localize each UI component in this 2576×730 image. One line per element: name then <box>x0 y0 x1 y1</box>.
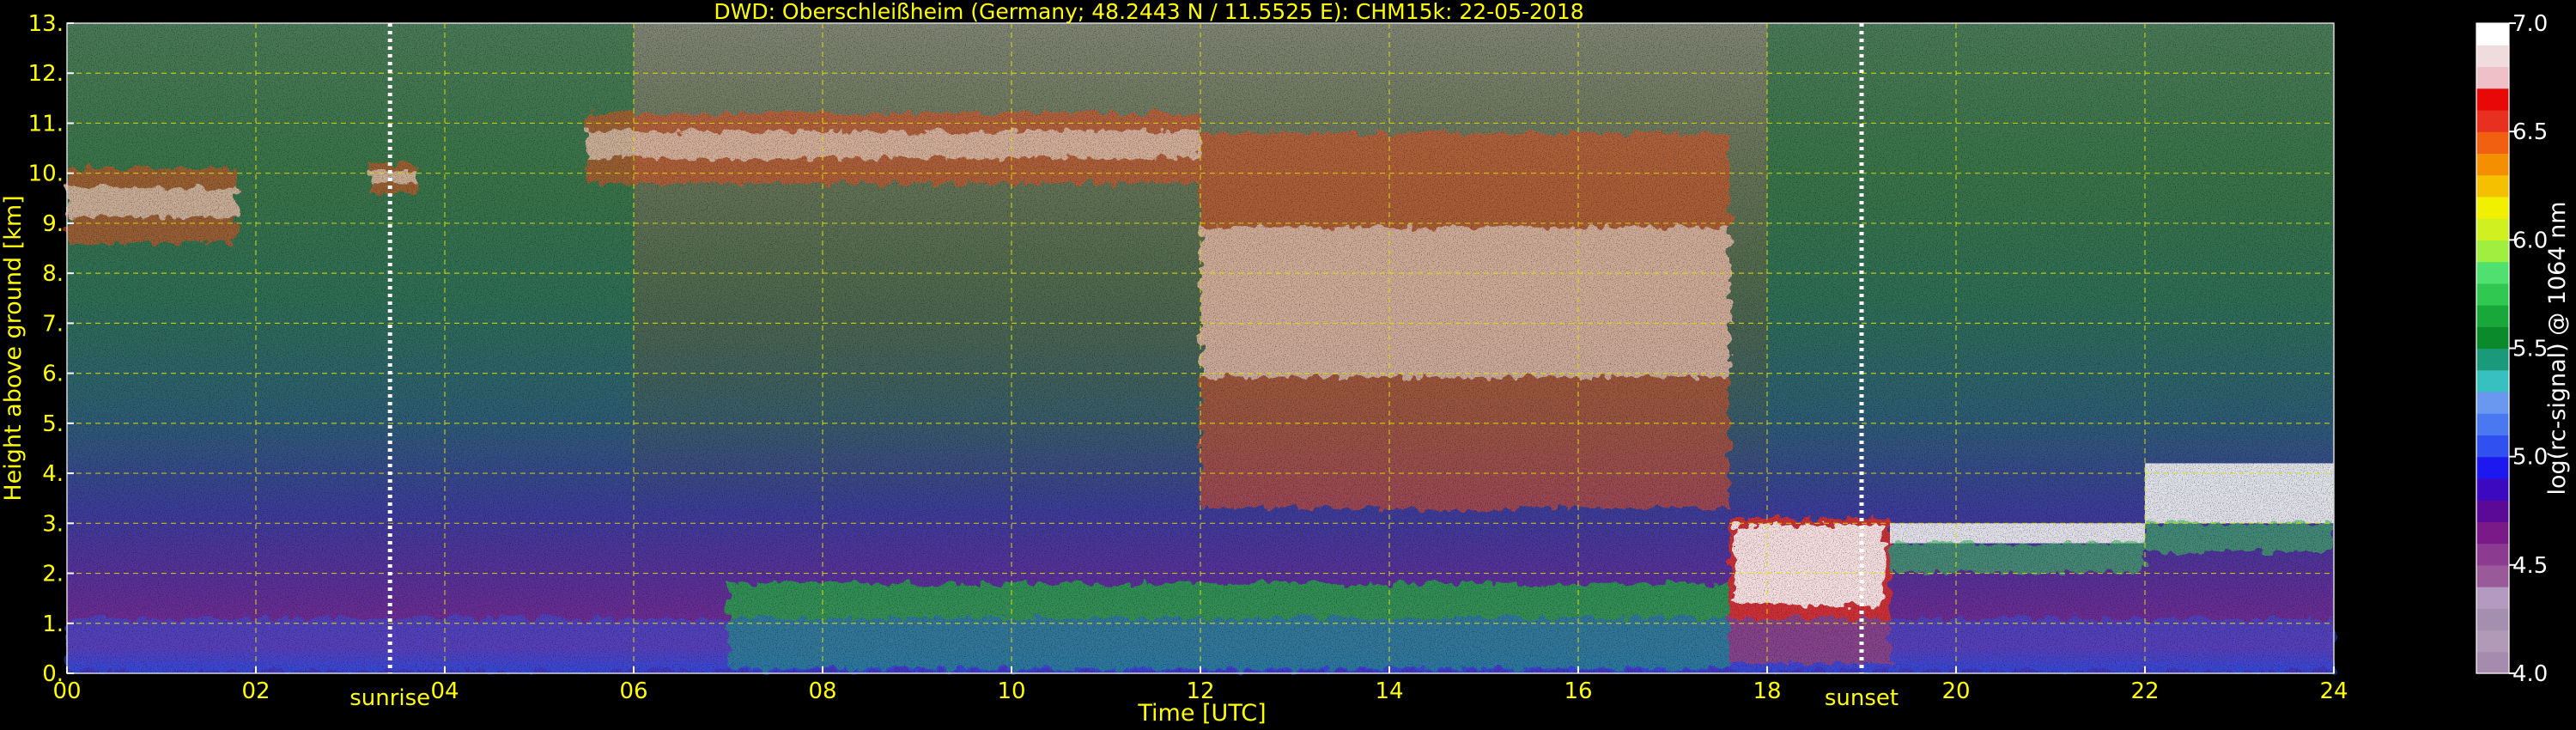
y-tick-label: 13. <box>28 11 64 37</box>
colorbar-segment <box>2476 587 2509 609</box>
colorbar-segment <box>2476 196 2509 219</box>
colorbar-segment <box>2476 174 2509 198</box>
colorbar-segment <box>2476 369 2509 392</box>
colorbar-segment <box>2476 521 2509 544</box>
x-tick-label: 24 <box>2319 678 2348 704</box>
marker-label-sunrise: sunrise <box>349 685 430 711</box>
x-axis-label: Time [UTC] <box>1137 700 1266 727</box>
colorbar-segment <box>2476 66 2509 89</box>
x-tick-label: 02 <box>241 678 270 704</box>
colorbar-segment <box>2476 109 2509 132</box>
colorbar-segment <box>2476 564 2509 587</box>
y-tick-label: 6. <box>42 362 64 387</box>
colorbar-segment <box>2476 153 2509 176</box>
colorbar-segment <box>2476 478 2509 501</box>
colorbar-segment <box>2476 543 2509 566</box>
colorbar-segment <box>2476 435 2509 458</box>
colorbar-segment <box>2476 305 2509 327</box>
colorbar-segment <box>2476 45 2509 68</box>
y-tick-label: 12. <box>28 61 64 87</box>
colorbar-segment <box>2476 500 2509 522</box>
y-tick-label: 9. <box>42 211 64 237</box>
marker-label-sunset: sunset <box>1825 685 1899 711</box>
x-tick-label: 10 <box>997 678 1025 704</box>
colorbar-segment <box>2476 391 2509 414</box>
colorbar-label: log(rc-signal) @ 1064 nm <box>2544 201 2571 495</box>
colorbar-tick-label: 4.5 <box>2512 553 2548 579</box>
colorbar-segment <box>2476 240 2509 263</box>
x-tick-label: 04 <box>430 678 459 704</box>
colorbar-segment <box>2476 23 2509 46</box>
colorbar-segment <box>2476 218 2509 240</box>
colorbar-segment <box>2476 413 2509 436</box>
x-tick-label: 08 <box>808 678 836 704</box>
y-tick-label: 11. <box>28 111 64 137</box>
ceilometer-chart: 00 02 04 06 08 10 12 14 16 18 20 22 240.1.2.3.4.5.6.… <box>0 0 2571 727</box>
colorbar-tick-label: 7.0 <box>2512 11 2548 37</box>
y-axis-label: Height above ground [km] <box>0 195 27 501</box>
colorbar-segment <box>2476 630 2509 653</box>
x-tick-label: 14 <box>1375 678 1403 704</box>
x-tick-label: 18 <box>1753 678 1781 704</box>
colorbar-tick-label: 5.0 <box>2512 445 2548 471</box>
colorbar-segment <box>2476 348 2509 371</box>
colorbar-segment <box>2476 608 2509 631</box>
colorbar-tick-label: 6.5 <box>2512 119 2548 145</box>
colorbar-tick-label: 4.0 <box>2512 661 2548 687</box>
colorbar-segment <box>2476 651 2509 674</box>
y-tick-label: 4. <box>42 461 64 487</box>
x-tick-label: 22 <box>2130 678 2159 704</box>
y-tick-label: 0. <box>42 661 64 687</box>
y-tick-label: 8. <box>42 261 64 287</box>
y-tick-label: 1. <box>42 611 64 637</box>
y-tick-label: 3. <box>42 511 64 537</box>
colorbar-segment <box>2476 456 2509 479</box>
colorbar: 4.0 4.5 5.0 5.5 6.0 6.5 7.0 <box>2476 11 2548 687</box>
chart-title: DWD: Oberschleißheim (Germany; 48.2443 N… <box>714 0 1583 24</box>
colorbar-segment <box>2476 326 2509 350</box>
y-tick-label: 5. <box>42 411 64 437</box>
x-tick-label: 06 <box>619 678 647 704</box>
colorbar-segment <box>2476 261 2509 284</box>
colorbar-segment <box>2476 88 2509 111</box>
y-tick-label: 7. <box>42 311 64 337</box>
colorbar-tick-label: 6.0 <box>2512 228 2548 253</box>
x-tick-label: 16 <box>1564 678 1592 704</box>
colorbar-segment <box>2476 283 2509 306</box>
y-tick-label: 2. <box>42 562 64 587</box>
x-tick-label: 20 <box>1941 678 1970 704</box>
colorbar-tick-label: 5.5 <box>2512 337 2548 362</box>
colorbar-segment <box>2476 131 2509 154</box>
y-tick-label: 10. <box>28 161 64 187</box>
